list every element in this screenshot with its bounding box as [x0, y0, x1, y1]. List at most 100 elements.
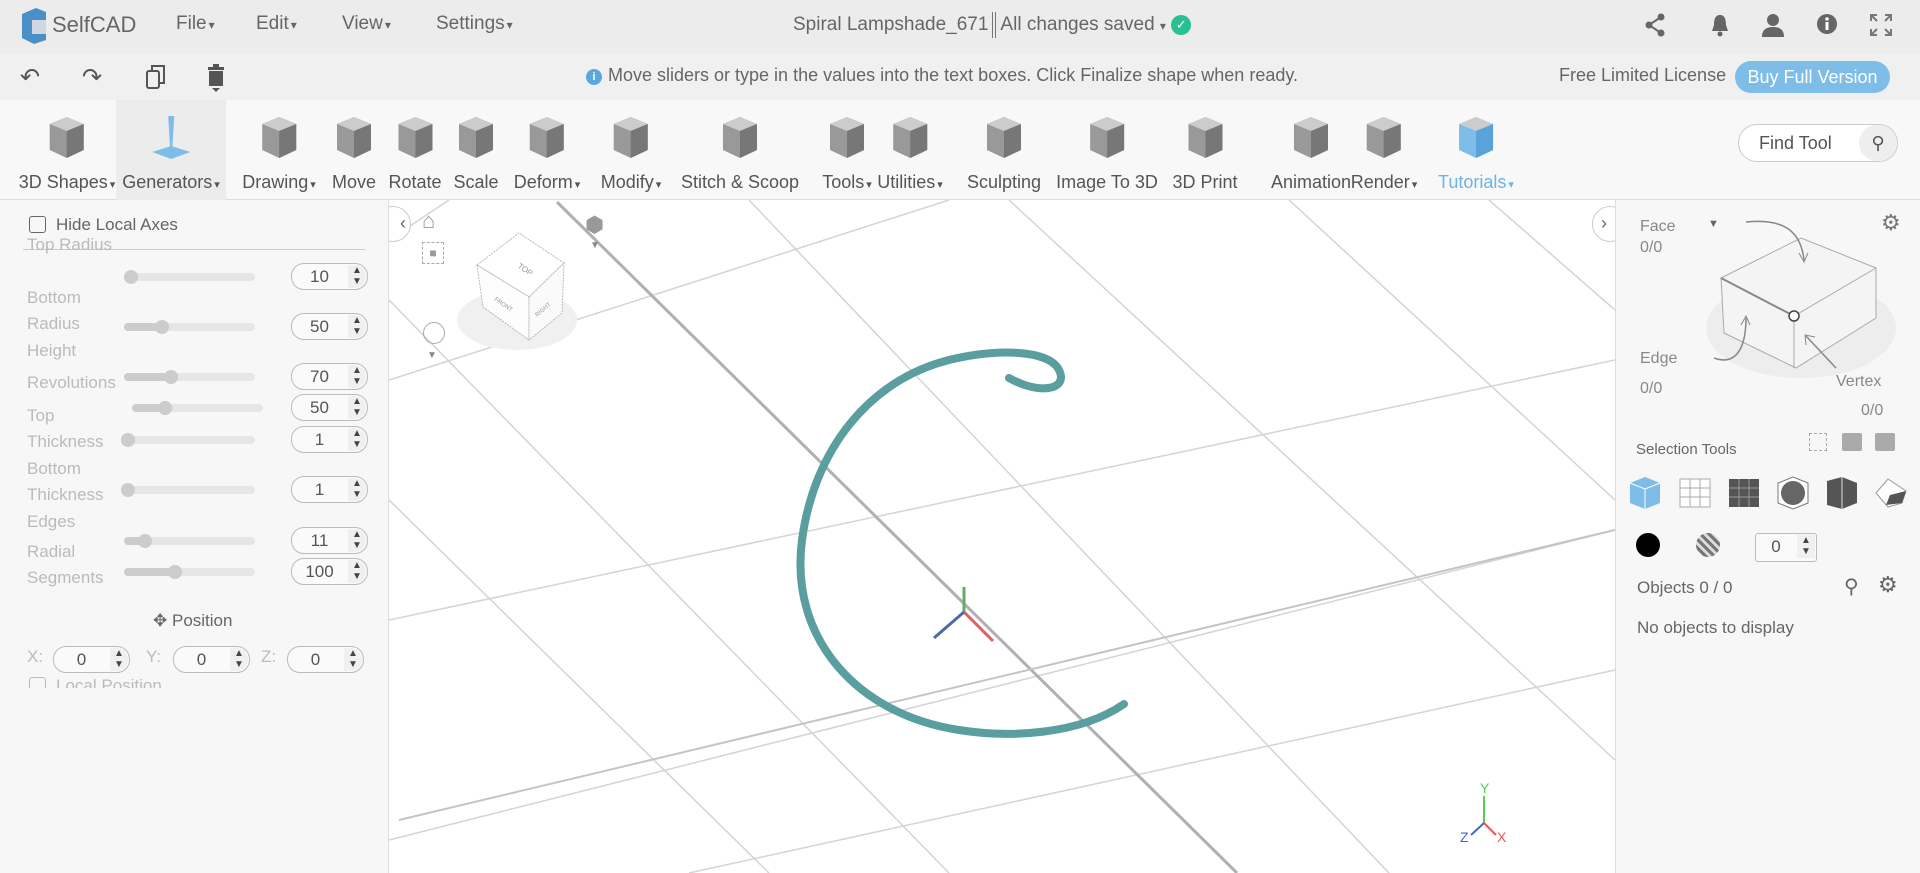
- tool-3d-print[interactable]: 3D Print: [1172, 100, 1238, 200]
- solid-select-icon: [1827, 477, 1857, 509]
- tool-render[interactable]: Render: [1351, 100, 1418, 200]
- stepper-arrows-icon[interactable]: ▲ ▼: [348, 428, 366, 451]
- info-icon[interactable]: [1814, 13, 1840, 39]
- stepper-arrows-icon[interactable]: ▲ ▼: [348, 560, 366, 583]
- param-slider[interactable]: [120, 483, 255, 497]
- 3d-viewport[interactable]: ‹ ⌂ ■ ▼ ⬢ ▼ TOP FRONT RIGHT Y X Z ›: [389, 200, 1615, 873]
- view-cube-toggle-icon[interactable]: ⬢: [585, 212, 604, 238]
- tool-move[interactable]: Move: [329, 100, 379, 200]
- fullscreen-icon[interactable]: [1868, 13, 1894, 39]
- local-position-checkbox[interactable]: Local Position: [29, 676, 162, 688]
- tool-3d-shapes[interactable]: 3D Shapes: [19, 100, 116, 200]
- tool-stitch-scoop[interactable]: Stitch & Scoop: [681, 100, 799, 200]
- position-y-input[interactable]: 0 ▲ ▼: [173, 646, 250, 673]
- tool-generators[interactable]: Generators: [116, 100, 226, 200]
- menu-view[interactable]: View: [342, 13, 391, 35]
- stepper-arrows-icon[interactable]: ▲ ▼: [348, 365, 366, 388]
- position-z-input[interactable]: 0 ▲ ▼: [287, 646, 364, 673]
- tool-modify[interactable]: Modify: [601, 100, 662, 200]
- stepper-arrows-icon[interactable]: ▲ ▼: [1797, 535, 1815, 558]
- stepper-arrows-icon[interactable]: ▲ ▼: [348, 478, 366, 501]
- param-slider[interactable]: [124, 565, 255, 579]
- menu-file[interactable]: File: [176, 13, 215, 35]
- checkbox[interactable]: [29, 677, 46, 688]
- tool-tutorials[interactable]: Tutorials: [1438, 100, 1514, 200]
- slider-thumb[interactable]: [120, 433, 135, 447]
- slider-thumb[interactable]: [123, 270, 138, 284]
- view-cube[interactable]: TOP FRONT RIGHT: [449, 225, 579, 355]
- slider-thumb[interactable]: [157, 401, 172, 415]
- stepper-arrows-icon[interactable]: ▲ ▼: [348, 396, 366, 419]
- share-icon[interactable]: [1642, 13, 1668, 39]
- param-value-input[interactable]: 11 ▲ ▼: [291, 527, 368, 554]
- tool-scale[interactable]: Scale: [451, 100, 501, 200]
- buy-full-version-button[interactable]: Buy Full Version: [1735, 61, 1890, 93]
- texture-sphere-icon[interactable]: [1696, 533, 1720, 557]
- param-value-input[interactable]: 50 ▲ ▼: [291, 394, 368, 421]
- tool-animation[interactable]: Animation: [1271, 100, 1351, 200]
- color-dot-icon[interactable]: [1636, 533, 1660, 557]
- tool-utilities[interactable]: Utilities: [877, 100, 943, 200]
- select-through-icon[interactable]: [1842, 433, 1862, 451]
- menu-settings[interactable]: Settings: [436, 13, 513, 35]
- home-icon[interactable]: ⌂: [422, 208, 435, 234]
- tool-drawing[interactable]: Drawing: [242, 100, 316, 200]
- stepper-arrows-icon[interactable]: ▲ ▼: [344, 648, 362, 671]
- position-x-input[interactable]: 0 ▲ ▼: [53, 646, 130, 673]
- value-stepper[interactable]: 0 ▲ ▼: [1755, 533, 1817, 562]
- y-label: Y:: [146, 647, 162, 666]
- slider-thumb[interactable]: [120, 483, 135, 497]
- param-value-input[interactable]: 1 ▲ ▼: [291, 476, 368, 503]
- save-status[interactable]: All changes saved: [1000, 14, 1154, 35]
- search-icon[interactable]: ⚲: [1844, 574, 1859, 599]
- box-select-icon[interactable]: [1809, 433, 1827, 451]
- tool-tools[interactable]: Tools: [822, 100, 872, 200]
- stepper-arrows-icon[interactable]: ▲ ▼: [348, 265, 366, 288]
- select-visible-icon[interactable]: [1875, 433, 1895, 451]
- search-icon[interactable]: ⚲: [1859, 125, 1897, 161]
- gear-icon[interactable]: ⚙: [1878, 572, 1898, 598]
- tool-image-to-3d[interactable]: Image To 3D: [1056, 100, 1158, 200]
- param-slider[interactable]: [132, 401, 263, 415]
- stepper-arrows-icon[interactable]: ▲ ▼: [348, 529, 366, 552]
- bell-icon[interactable]: [1707, 13, 1733, 39]
- slider-thumb[interactable]: [154, 320, 169, 334]
- param-value-input[interactable]: 50 ▲ ▼: [291, 313, 368, 340]
- param-slider[interactable]: [123, 270, 255, 284]
- project-title-area: Spiral Lampshade_671 All changes saved ▾ …: [793, 12, 1192, 38]
- tool-sculpting[interactable]: Sculpting: [967, 100, 1041, 200]
- undo-icon[interactable]: ↶: [20, 63, 40, 92]
- slider-thumb[interactable]: [137, 534, 152, 548]
- param-value-input[interactable]: 70 ▲ ▼: [291, 363, 368, 390]
- selfcad-logo[interactable]: [18, 8, 48, 49]
- stepper-arrows-icon[interactable]: ▲ ▼: [230, 648, 248, 671]
- find-tool-input[interactable]: Find Tool ⚲: [1738, 124, 1898, 162]
- slider-thumb[interactable]: [168, 565, 183, 579]
- user-icon[interactable]: [1760, 13, 1786, 39]
- slider-thumb[interactable]: [164, 370, 179, 384]
- chevron-down-icon[interactable]: ▼: [590, 240, 600, 251]
- param-slider[interactable]: [124, 370, 255, 384]
- tool-rotate[interactable]: Rotate: [388, 100, 442, 200]
- stepper-arrows-icon[interactable]: ▲ ▼: [348, 315, 366, 338]
- trash-icon[interactable]: [206, 64, 226, 99]
- checkbox[interactable]: [29, 216, 46, 233]
- orbit-icon[interactable]: [423, 322, 445, 344]
- param-slider[interactable]: [124, 534, 255, 548]
- param-value-input[interactable]: 1 ▲ ▼: [291, 426, 368, 453]
- stepper-arrows-icon[interactable]: ▲ ▼: [110, 648, 128, 671]
- param-slider[interactable]: [120, 433, 255, 447]
- zoom-fit-icon[interactable]: ■: [422, 242, 444, 264]
- chevron-down-icon[interactable]: ▾: [1160, 19, 1166, 33]
- chevron-down-icon[interactable]: ▼: [427, 350, 437, 361]
- menu-edit[interactable]: Edit: [256, 13, 297, 35]
- selection-mode-diagram[interactable]: [1686, 218, 1906, 393]
- tutorials-icon: [1458, 117, 1493, 158]
- param-slider[interactable]: [124, 320, 255, 334]
- param-value-input[interactable]: 100 ▲ ▼: [291, 558, 368, 585]
- copy-icon[interactable]: [145, 64, 167, 97]
- project-title[interactable]: Spiral Lampshade_671: [793, 14, 988, 35]
- tool-deform[interactable]: Deform: [514, 100, 581, 200]
- param-value-input[interactable]: 10 ▲ ▼: [291, 263, 368, 290]
- redo-icon[interactable]: ↷: [82, 63, 102, 92]
